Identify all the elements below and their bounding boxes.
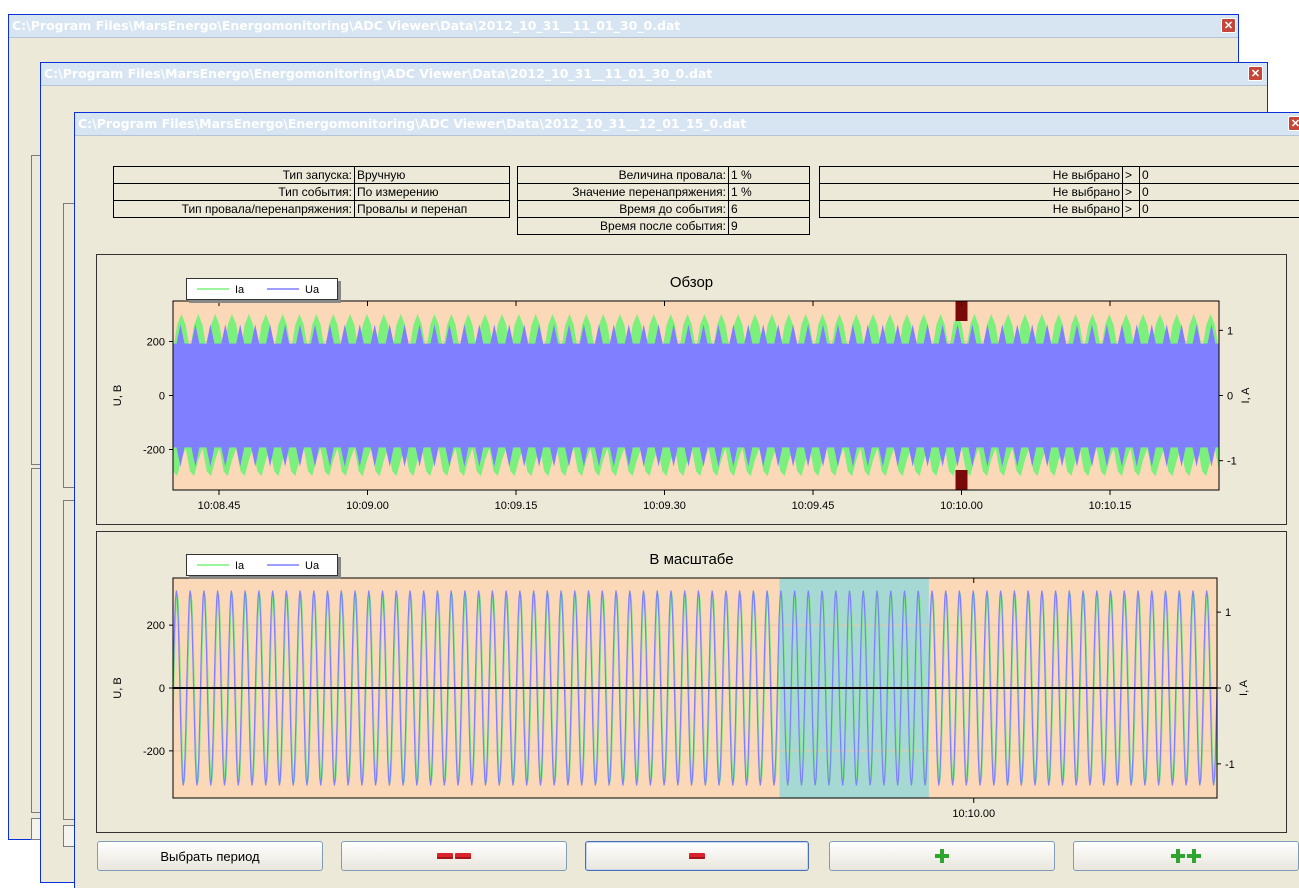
param-value: 0 <box>1139 166 1299 184</box>
y-tick-label: -200 <box>143 746 165 758</box>
param-value: 1 % <box>728 183 810 201</box>
plus-icon <box>1171 849 1185 863</box>
x-tick-label: 10:09.45 <box>792 500 835 512</box>
plus-icon <box>1187 849 1201 863</box>
param-value: Провалы и перенап <box>354 200 510 218</box>
legend-label-ua: Ua <box>305 560 320 572</box>
legend-label-ia: Ia <box>235 284 245 296</box>
close-icon[interactable]: ✕ <box>1221 18 1236 33</box>
select-period-button[interactable]: Выбрать период <box>97 841 323 871</box>
param-label: Значение перенапряжения: <box>517 183 729 201</box>
filter-params-table: Не выбрано >0 Не выбрано >0 Не выбрано >0 <box>819 166 1299 218</box>
param-label: Время после события: <box>517 217 729 235</box>
y-axis-label: U, B <box>112 677 124 698</box>
window-titlebar[interactable]: C:\Program Files\MarsEnergo\Energomonito… <box>75 113 1299 136</box>
y2-tick-label: 0 <box>1225 683 1231 695</box>
table-row: Тип запуска: Вручную <box>113 166 510 184</box>
chart-legend[interactable]: Ia Ua <box>186 278 338 300</box>
table-row: Не выбрано >0 <box>819 166 1299 184</box>
minus-icon <box>455 853 471 859</box>
y2-axis-label: I, A <box>1238 679 1250 696</box>
table-row: Не выбрано >0 <box>819 183 1299 201</box>
close-icon[interactable]: ✕ <box>1288 116 1299 131</box>
param-label: Не выбрано <box>819 166 1123 184</box>
y-tick-label: -200 <box>143 445 165 457</box>
y2-tick-label: 1 <box>1227 325 1233 337</box>
window-titlebar[interactable]: C:\Program Files\MarsEnergo\Energomonito… <box>9 15 1238 38</box>
event-params-table: Величина провала: 1 % Значение перенапряж… <box>517 166 810 235</box>
window-title: C:\Program Files\MarsEnergo\Energomonito… <box>78 116 747 131</box>
param-op: > <box>1122 200 1140 218</box>
window-title: C:\Program Files\MarsEnergo\Energomonito… <box>12 18 681 33</box>
param-label: Тип провала/перенапряжения: <box>113 200 355 218</box>
y-tick-label: 200 <box>147 620 165 632</box>
x-tick-label: 10:09.30 <box>643 500 686 512</box>
param-op: > <box>1122 166 1140 184</box>
param-value: 9 <box>728 217 810 235</box>
legend-label-ia: Ia <box>235 560 245 572</box>
legend-graphic: Ia Ua <box>197 284 320 296</box>
x-tick-label: 10:10.15 <box>1089 500 1132 512</box>
zoom-out-2-button[interactable] <box>341 841 567 871</box>
param-label: Не выбрано <box>819 183 1123 201</box>
param-value: Вручную <box>354 166 510 184</box>
legend-label-ua: Ua <box>305 284 320 296</box>
launch-params-table: Тип запуска: Вручную Тип события: По измер… <box>113 166 510 218</box>
param-value: 0 <box>1139 183 1299 201</box>
table-row: Время до события: 6 <box>517 200 810 218</box>
table-row: Величина провала: 1 % <box>517 166 810 184</box>
chart-legend[interactable]: Ia Ua <box>186 554 338 576</box>
plus-icon <box>935 849 949 863</box>
x-tick-label: 10:08.45 <box>198 500 241 512</box>
minus-icon <box>689 853 705 859</box>
minus-icon <box>437 853 453 859</box>
y-tick-label: 0 <box>159 391 165 403</box>
zoom-out-1-button[interactable] <box>585 841 809 871</box>
table-row: Тип события: По измерению <box>113 183 510 201</box>
zoom-in-2-button[interactable] <box>1073 841 1299 871</box>
param-value: 6 <box>728 200 810 218</box>
overview-chart-panel: Обзор 200 0 -200 1 0 -1 10:08.45 10:09.00 10:09.… <box>96 254 1287 525</box>
y2-axis-label: I, A <box>1240 387 1252 404</box>
window-titlebar[interactable]: C:\Program Files\MarsEnergo\Energomonito… <box>41 63 1267 86</box>
y2-tick-label: -1 <box>1225 759 1235 771</box>
y2-tick-label: 0 <box>1227 391 1233 403</box>
series-ua-band <box>173 343 1219 448</box>
y-tick-label: 0 <box>159 683 165 695</box>
table-row: Значение перенапряжения: 1 % <box>517 183 810 201</box>
table-row: Время после события: 9 <box>517 217 810 235</box>
x-tick-label: 10:09.00 <box>346 500 389 512</box>
table-row: Тип провала/перенапряжения: Провалы и пер… <box>113 200 510 218</box>
param-label: Время до события: <box>517 200 729 218</box>
x-tick-label: 10:10.00 <box>952 808 995 820</box>
window-title: C:\Program Files\MarsEnergo\Energomonito… <box>44 66 713 81</box>
param-op: > <box>1122 183 1140 201</box>
y-tick-label: 200 <box>147 337 165 349</box>
zoom-chart-panel: В масштабе 200 0 -200 1 0 -1 10:10.00 U, B I, A … <box>96 531 1287 833</box>
param-value: 1 % <box>728 166 810 184</box>
legend-graphic: Ia Ua <box>197 560 320 572</box>
x-tick-label: 10:09.15 <box>495 500 538 512</box>
y-axis-label: U, B <box>112 385 124 406</box>
zoom-in-1-button[interactable] <box>829 841 1055 871</box>
param-value: По измерению <box>354 183 510 201</box>
y2-tick-label: 1 <box>1225 607 1231 619</box>
param-label: Не выбрано <box>819 200 1123 218</box>
param-value: 0 <box>1139 200 1299 218</box>
x-tick-label: 10:10.00 <box>940 500 983 512</box>
close-icon[interactable]: ✕ <box>1248 66 1263 81</box>
param-label: Тип события: <box>113 183 355 201</box>
param-label: Тип запуска: <box>113 166 355 184</box>
table-row: Не выбрано >0 <box>819 200 1299 218</box>
select-period-label: Выбрать период <box>160 848 260 864</box>
param-label: Величина провала: <box>517 166 729 184</box>
event-marker-bottom <box>955 470 968 490</box>
y2-tick-label: -1 <box>1227 456 1237 468</box>
